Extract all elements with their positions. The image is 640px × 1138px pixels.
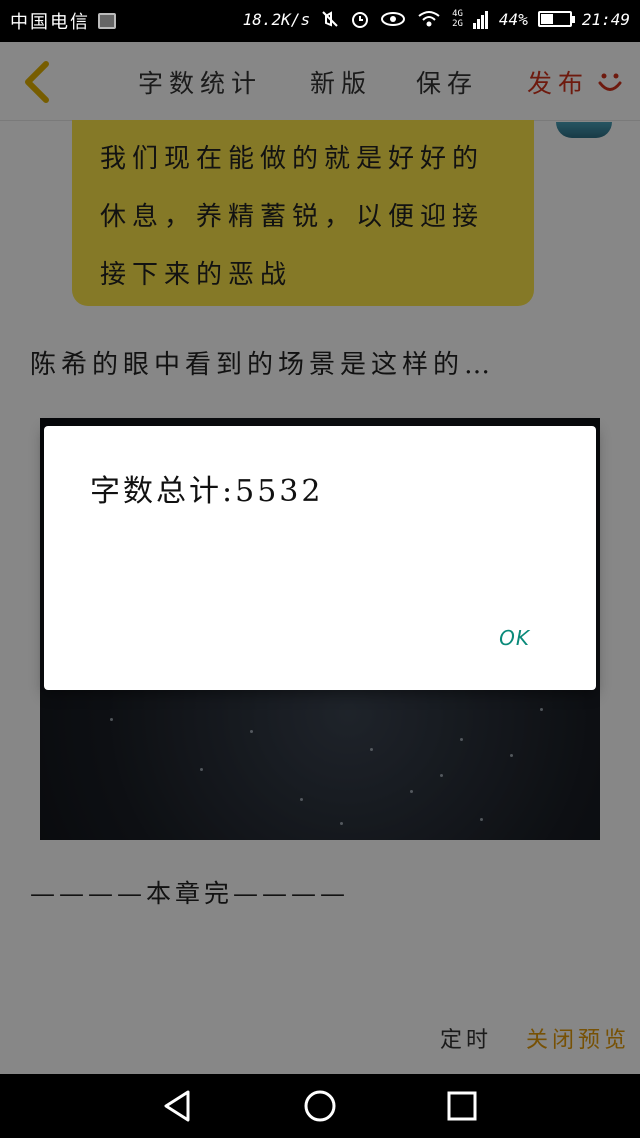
network-type: 4G 2G xyxy=(452,9,463,29)
battery-icon xyxy=(537,11,575,27)
word-count-dialog: 字数总计:5532 OK xyxy=(44,426,596,690)
eye-icon xyxy=(381,12,406,26)
wifi-icon xyxy=(418,11,440,27)
circle-home-icon[interactable] xyxy=(302,1088,338,1124)
status-right: 18.2K/s 4G 2G 44% 21:49 xyxy=(243,9,630,29)
dialog-message: 字数总计:5532 xyxy=(90,474,324,509)
clock: 21:49 xyxy=(581,9,630,29)
network-type-bottom: 2G xyxy=(452,19,463,29)
status-left: 中国电信 xyxy=(10,8,116,34)
alarm-icon xyxy=(352,12,369,28)
status-bar: 中国电信 18.2K/s 4G 2G 44% 21:49 xyxy=(0,0,640,42)
network-speed: 18.2K/s xyxy=(242,9,311,29)
signal-icon xyxy=(472,11,488,29)
triangle-back-icon[interactable] xyxy=(160,1088,196,1124)
ok-button[interactable]: OK xyxy=(499,626,530,650)
carrier-name: 中国电信 xyxy=(10,12,90,33)
square-recent-icon[interactable] xyxy=(444,1088,480,1124)
battery-percent: 44% xyxy=(498,9,528,29)
gallery-notification-icon xyxy=(98,13,116,29)
mute-icon xyxy=(322,11,338,27)
navigation-bar xyxy=(0,1074,640,1138)
battery-level-fill xyxy=(540,14,553,24)
network-type-top: 4G xyxy=(452,9,463,19)
